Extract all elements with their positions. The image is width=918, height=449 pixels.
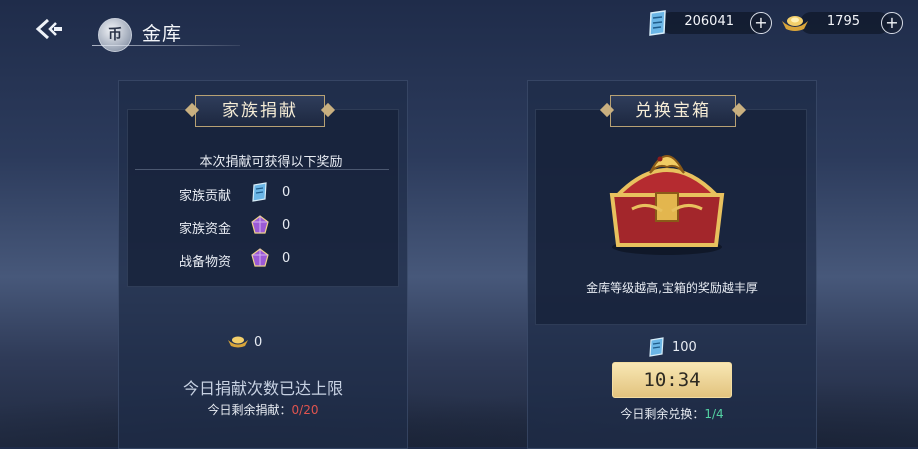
scroll-amount: 206041 xyxy=(684,14,734,29)
title-underline xyxy=(92,45,240,46)
purple-gem-icon xyxy=(251,215,269,234)
add-scroll-button[interactable]: + xyxy=(750,12,772,34)
blue-scroll-icon xyxy=(252,182,267,202)
donation-panel: 家族捐献 本次捐献可获得以下奖励 家族贡献 0 家族资金 0 战备物资 0 0 … xyxy=(118,80,408,449)
exchange-title: 兑换宝箱 xyxy=(610,95,736,127)
vault-bag-icon: 币 xyxy=(98,18,132,52)
blue-scroll-icon xyxy=(647,9,669,37)
plus-icon: + xyxy=(885,13,899,32)
gold-ingot-icon xyxy=(228,336,248,348)
page-title: 金库 xyxy=(142,23,183,45)
plus-icon: + xyxy=(754,13,768,32)
reward-row: 战备物资 0 xyxy=(179,248,290,270)
reward-row: 家族资金 0 xyxy=(179,215,290,237)
donation-subtitle: 本次捐献可获得以下奖励 xyxy=(199,155,343,170)
chest-description: 金库等级越高,宝箱的奖励越丰厚 xyxy=(586,281,758,295)
donation-cost: 0 xyxy=(254,335,263,350)
reward-value: 0 xyxy=(282,185,291,200)
top-bar: 币 金库 206041 + 1795 + xyxy=(0,0,918,60)
exchange-cost: 100 xyxy=(672,340,697,355)
reward-value: 0 xyxy=(282,251,291,266)
donation-limit-text: 今日捐献次数已达上限 xyxy=(182,379,343,398)
exchange-remaining: 今日剩余兑换：1/4 xyxy=(528,405,816,422)
blue-scroll-icon xyxy=(649,337,664,357)
reward-label: 家族贡献 xyxy=(179,189,232,204)
gold-amount: 1795 xyxy=(826,14,860,29)
reward-row: 家族贡献 0 xyxy=(179,182,290,204)
back-button[interactable] xyxy=(32,14,66,44)
remaining-label: 今日剩余捐献： xyxy=(207,403,292,417)
remaining-label: 今日剩余兑换： xyxy=(620,407,705,421)
back-arrow-icon xyxy=(35,18,62,40)
reward-value: 0 xyxy=(282,218,291,233)
purple-gem-icon xyxy=(251,248,269,267)
exchange-timer-button[interactable]: 10:34 xyxy=(612,362,732,398)
donation-title: 家族捐献 xyxy=(195,95,325,127)
donation-remaining: 今日剩余捐献：0/20 xyxy=(119,401,407,418)
remaining-value: 0/20 xyxy=(291,403,319,417)
remaining-value: 1/4 xyxy=(704,407,724,421)
treasure-chest-icon[interactable] xyxy=(602,135,732,257)
reward-label: 战备物资 xyxy=(179,255,232,270)
add-gold-button[interactable]: + xyxy=(881,12,903,34)
reward-label: 家族资金 xyxy=(179,222,232,237)
subtitle-divider xyxy=(135,169,389,170)
